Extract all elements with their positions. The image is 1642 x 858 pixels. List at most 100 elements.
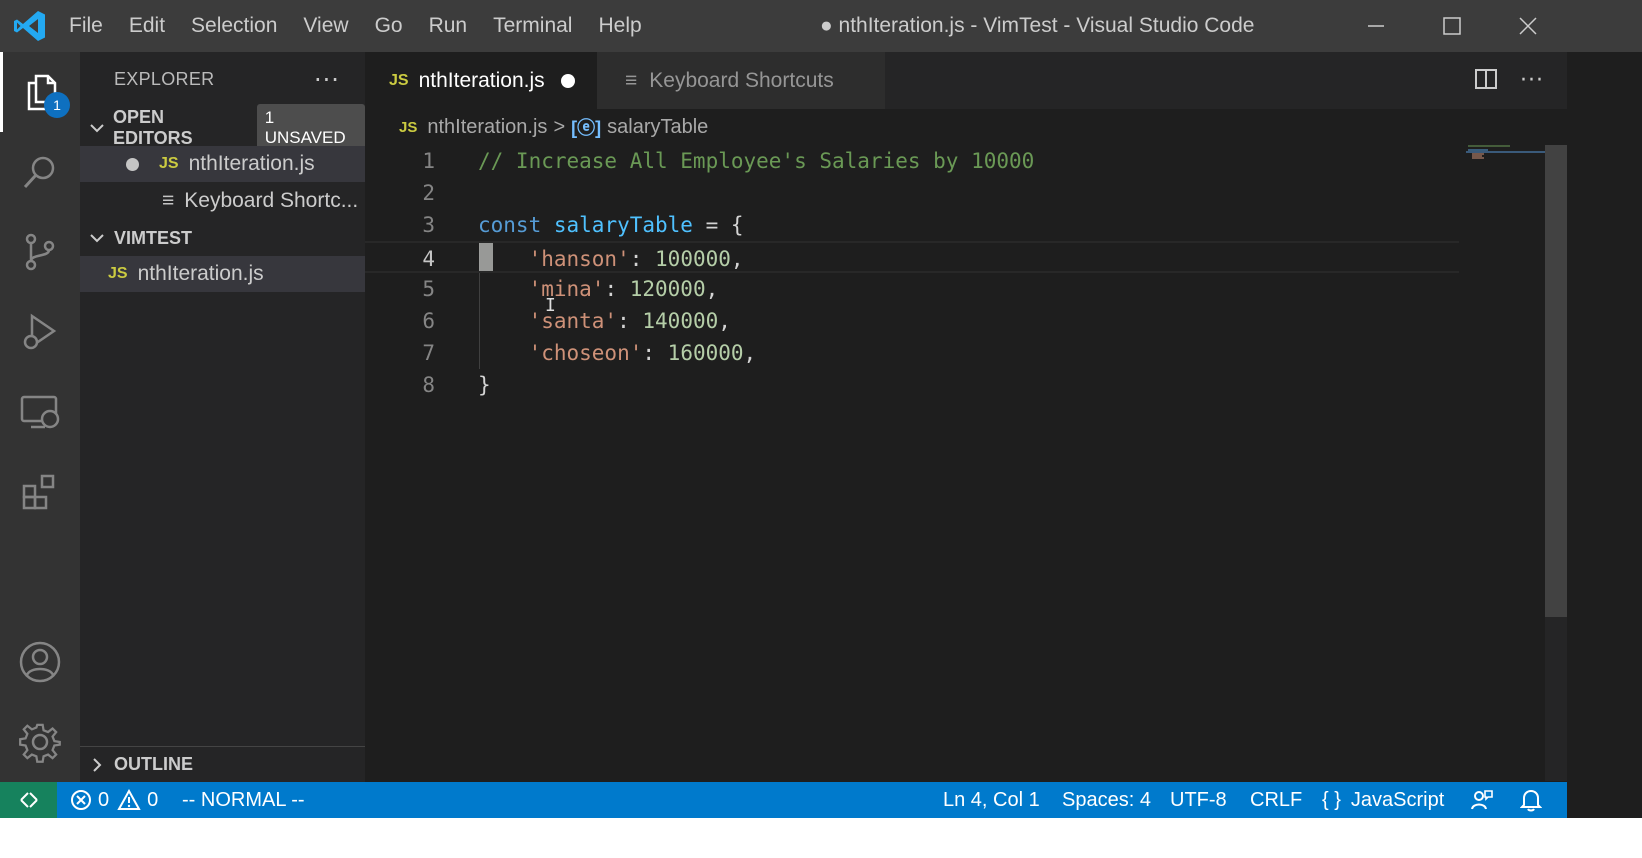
menu-edit[interactable]: Edit	[116, 0, 178, 52]
tab-label: Keyboard Shortcuts	[649, 68, 834, 92]
feedback-button[interactable]	[1470, 782, 1494, 818]
line-number: 2	[422, 181, 435, 205]
menu-run[interactable]: Run	[416, 0, 481, 52]
workspace-header[interactable]: VIMTEST	[80, 220, 365, 256]
error-count: 0	[98, 788, 110, 811]
more-actions-button[interactable]: ···	[314, 66, 340, 94]
settings-editor-icon: ≡	[162, 189, 175, 212]
open-editors-header[interactable]: OPEN EDITORS 1 UNSAVED	[80, 104, 365, 152]
search-icon	[23, 156, 55, 189]
activity-bar: 1	[0, 52, 80, 818]
activity-remote-explorer[interactable]	[0, 372, 80, 452]
warning-count: 0	[147, 788, 159, 811]
problems-indicator[interactable]: 0 0	[70, 782, 158, 818]
activity-extensions[interactable]	[0, 452, 80, 532]
line-number: 7	[422, 341, 435, 365]
open-editor-item[interactable]: JS nthIteration.js	[80, 146, 365, 182]
indentation[interactable]: Spaces: 4	[1062, 782, 1151, 818]
source-control-icon	[25, 233, 55, 271]
code-line[interactable]: 7 'choseon': 160000,	[365, 337, 1459, 369]
file-tree-item[interactable]: JS nthIteration.js	[80, 256, 365, 292]
minimap[interactable]	[1462, 145, 1545, 781]
remote-indicator[interactable]	[0, 782, 57, 818]
outline-label: OUTLINE	[114, 754, 193, 774]
code-line[interactable]: 2	[365, 177, 1459, 209]
breadcrumb-symbol[interactable]: salaryTable	[607, 116, 708, 139]
sidebar-explorer: EXPLORER ··· OPEN EDITORS 1 UNSAVED JS n…	[80, 52, 365, 818]
menu-selection[interactable]: Selection	[178, 0, 290, 52]
window-title: ● nthIteration.js - VimTest - Visual Stu…	[820, 14, 1255, 37]
activity-manage[interactable]	[0, 702, 80, 782]
menu-view[interactable]: View	[290, 0, 361, 52]
code-token: 120000	[629, 277, 706, 301]
code-line[interactable]: 3 const salaryTable = {	[365, 209, 1459, 241]
run-debug-icon	[23, 313, 57, 350]
menu-help[interactable]: Help	[585, 0, 654, 52]
error-icon	[71, 790, 91, 810]
screen-edge	[0, 818, 1642, 858]
language-mode[interactable]: { } JavaScript	[1322, 782, 1444, 818]
workspace-label: VIMTEST	[114, 227, 193, 248]
code-text: const salaryTable = {	[478, 209, 744, 241]
open-editor-label: Keyboard Shortc...	[184, 189, 359, 212]
js-file-icon: JS	[389, 71, 409, 89]
split-editor-icon	[1475, 68, 1498, 89]
code-token: ,	[743, 341, 757, 365]
menu-file[interactable]: File	[56, 0, 116, 52]
remote-icon	[19, 792, 38, 808]
unsaved-badge: 1 UNSAVED	[256, 104, 365, 152]
tab-keyboard-shortcuts[interactable]: ≡ Keyboard Shortcuts	[597, 52, 885, 109]
code-line[interactable]: 4 'hanson': 100000,	[365, 241, 1459, 273]
code-token: const	[478, 213, 542, 237]
minimize-icon	[1368, 25, 1384, 27]
code-token: 'hanson'	[528, 247, 630, 271]
activity-accounts[interactable]	[0, 622, 80, 702]
explorer-badge: 1	[44, 92, 70, 118]
minimize-button[interactable]	[1338, 0, 1414, 52]
code-text: 'santa': 140000,	[478, 305, 731, 337]
menu-terminal[interactable]: Terminal	[480, 0, 585, 52]
code-editor[interactable]: 1 // Increase All Employee's Salaries by …	[365, 145, 1545, 781]
notifications-button[interactable]	[1520, 782, 1542, 818]
open-editor-item[interactable]: ≡ Keyboard Shortc...	[80, 183, 365, 219]
code-token: salaryTable	[553, 213, 693, 237]
code-token: 140000	[642, 309, 719, 333]
warning-icon	[117, 789, 141, 810]
accounts-icon	[19, 641, 61, 683]
activity-explorer[interactable]: 1	[0, 52, 80, 132]
outline-header[interactable]: OUTLINE	[80, 746, 365, 782]
code-line[interactable]: 1 // Increase All Employee's Salaries by …	[365, 145, 1459, 177]
menu-go[interactable]: Go	[362, 0, 416, 52]
split-editor-button[interactable]	[1474, 67, 1498, 95]
chevron-down-icon	[80, 230, 114, 246]
code-line[interactable]: 6 'santa': 140000,	[365, 305, 1459, 337]
activity-run-debug[interactable]	[0, 292, 80, 372]
cursor-position[interactable]: Ln 4, Col 1	[943, 782, 1040, 818]
open-editors-label: OPEN EDITORS	[113, 107, 193, 148]
menu-bar: File Edit Selection View Go Run Terminal…	[56, 0, 655, 52]
code-token: = {	[692, 213, 744, 237]
code-token: :	[629, 247, 656, 271]
code-line[interactable]: 8}	[365, 369, 1459, 401]
close-window-button[interactable]	[1490, 0, 1566, 52]
more-actions-icon[interactable]: ···	[1520, 68, 1544, 93]
chevron-right-icon	[80, 757, 114, 773]
maximize-icon	[1443, 17, 1461, 35]
tab-nthiteration[interactable]: JS nthIteration.js	[365, 52, 597, 109]
code-text: 'mina': 120000,	[478, 273, 719, 305]
breadcrumb-file[interactable]: nthIteration.js	[427, 116, 547, 139]
activity-source-control[interactable]	[0, 212, 80, 292]
unsaved-dot-icon[interactable]	[560, 73, 575, 88]
scrollbar-thumb[interactable]	[1545, 145, 1567, 617]
code-line[interactable]: 5 'mina': 120000,	[365, 273, 1459, 305]
code-token: 'choseon'	[528, 341, 643, 365]
editor-tabs: JS nthIteration.js ≡ Keyboard Shortcuts …	[365, 52, 1642, 109]
maximize-button[interactable]	[1414, 0, 1490, 52]
line-number: 6	[422, 309, 435, 333]
line-ending[interactable]: CRLF	[1250, 782, 1302, 818]
encoding[interactable]: UTF-8	[1170, 782, 1227, 818]
title-bar: File Edit Selection View Go Run Terminal…	[0, 0, 1642, 52]
activity-search[interactable]	[0, 132, 80, 212]
